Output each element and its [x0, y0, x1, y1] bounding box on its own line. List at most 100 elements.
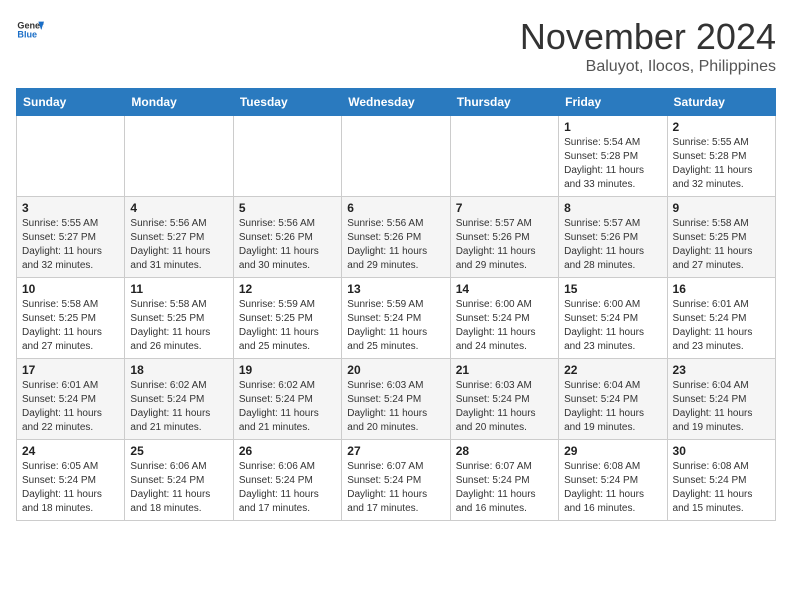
logo-icon: General Blue: [16, 16, 44, 44]
day-number: 22: [564, 363, 661, 377]
calendar-cell: [17, 116, 125, 197]
day-info: Sunrise: 6:06 AM Sunset: 5:24 PM Dayligh…: [239, 460, 336, 516]
calendar-cell: 3Sunrise: 5:55 AM Sunset: 5:27 PM Daylig…: [17, 197, 125, 278]
calendar-cell: 9Sunrise: 5:58 AM Sunset: 5:25 PM Daylig…: [667, 197, 775, 278]
day-info: Sunrise: 5:57 AM Sunset: 5:26 PM Dayligh…: [564, 217, 661, 273]
day-info: Sunrise: 5:54 AM Sunset: 5:28 PM Dayligh…: [564, 136, 661, 192]
day-info: Sunrise: 6:01 AM Sunset: 5:24 PM Dayligh…: [22, 379, 119, 435]
weekday-header: Monday: [125, 89, 233, 116]
day-info: Sunrise: 6:02 AM Sunset: 5:24 PM Dayligh…: [239, 379, 336, 435]
day-info: Sunrise: 6:00 AM Sunset: 5:24 PM Dayligh…: [564, 298, 661, 354]
day-number: 19: [239, 363, 336, 377]
calendar-cell: [450, 116, 558, 197]
calendar-cell: 22 Sunrise: 6:04 AM Sunset: 5:24 PM Dayli…: [559, 359, 667, 440]
calendar-cell: 17 Sunrise: 6:01 AM Sunset: 5:24 PM Dayli…: [17, 359, 125, 440]
day-number: 11: [130, 282, 227, 296]
day-info: Sunrise: 6:00 AM Sunset: 5:24 PM Dayligh…: [456, 298, 553, 354]
day-info: Sunrise: 5:58 AM Sunset: 5:25 PM Dayligh…: [22, 298, 119, 354]
day-info: Sunrise: 6:01 AM Sunset: 5:24 PM Dayligh…: [673, 298, 770, 354]
day-number: 3: [22, 201, 119, 215]
day-number: 13: [347, 282, 444, 296]
weekday-header: Tuesday: [233, 89, 341, 116]
day-number: 10: [22, 282, 119, 296]
day-info: Sunrise: 5:58 AM Sunset: 5:25 PM Dayligh…: [130, 298, 227, 354]
calendar-week-row: 1 Sunrise: 5:54 AM Sunset: 5:28 PM Daylig…: [17, 116, 776, 197]
day-number: 18: [130, 363, 227, 377]
day-number: 6: [347, 201, 444, 215]
calendar-cell: 5 Sunrise: 5:56 AM Sunset: 5:26 PM Daylig…: [233, 197, 341, 278]
weekday-header: Sunday: [17, 89, 125, 116]
calendar-table: SundayMondayTuesdayWednesdayThursdayFrid…: [16, 88, 776, 521]
calendar-cell: 14 Sunrise: 6:00 AM Sunset: 5:24 PM Dayli…: [450, 278, 558, 359]
calendar-cell: 21Sunrise: 6:03 AM Sunset: 5:24 PM Dayli…: [450, 359, 558, 440]
day-number: 21: [456, 363, 553, 377]
weekday-header: Thursday: [450, 89, 558, 116]
day-number: 23: [673, 363, 770, 377]
day-number: 12: [239, 282, 336, 296]
day-number: 4: [130, 201, 227, 215]
day-number: 29: [564, 444, 661, 458]
day-number: 16: [673, 282, 770, 296]
day-info: Sunrise: 6:08 AM Sunset: 5:24 PM Dayligh…: [673, 460, 770, 516]
calendar-cell: [342, 116, 450, 197]
calendar-cell: 10 Sunrise: 5:58 AM Sunset: 5:25 PM Dayli…: [17, 278, 125, 359]
day-number: 15: [564, 282, 661, 296]
day-info: Sunrise: 5:59 AM Sunset: 5:25 PM Dayligh…: [239, 298, 336, 354]
day-info: Sunrise: 6:05 AM Sunset: 5:24 PM Dayligh…: [22, 460, 119, 516]
calendar-cell: 6 Sunrise: 5:56 AM Sunset: 5:26 PM Daylig…: [342, 197, 450, 278]
calendar-cell: 16 Sunrise: 6:01 AM Sunset: 5:24 PM Dayli…: [667, 278, 775, 359]
day-info: Sunrise: 6:02 AM Sunset: 5:24 PM Dayligh…: [130, 379, 227, 435]
day-number: 14: [456, 282, 553, 296]
day-number: 7: [456, 201, 553, 215]
day-info: Sunrise: 5:56 AM Sunset: 5:27 PM Dayligh…: [130, 217, 227, 273]
day-info: Sunrise: 6:07 AM Sunset: 5:24 PM Dayligh…: [456, 460, 553, 516]
day-info: Sunrise: 6:07 AM Sunset: 5:24 PM Dayligh…: [347, 460, 444, 516]
calendar-cell: 23Sunrise: 6:04 AM Sunset: 5:24 PM Dayli…: [667, 359, 775, 440]
calendar-week-row: 17 Sunrise: 6:01 AM Sunset: 5:24 PM Dayli…: [17, 359, 776, 440]
day-number: 1: [564, 120, 661, 134]
weekday-header: Friday: [559, 89, 667, 116]
calendar-cell: 11 Sunrise: 5:58 AM Sunset: 5:25 PM Dayli…: [125, 278, 233, 359]
calendar-cell: 29Sunrise: 6:08 AM Sunset: 5:24 PM Dayli…: [559, 440, 667, 521]
calendar-cell: 2 Sunrise: 5:55 AM Sunset: 5:28 PM Daylig…: [667, 116, 775, 197]
calendar-cell: [125, 116, 233, 197]
calendar-week-row: 24 Sunrise: 6:05 AM Sunset: 5:24 PM Dayli…: [17, 440, 776, 521]
weekday-header: Saturday: [667, 89, 775, 116]
day-info: Sunrise: 5:59 AM Sunset: 5:24 PM Dayligh…: [347, 298, 444, 354]
calendar-cell: 24 Sunrise: 6:05 AM Sunset: 5:24 PM Dayli…: [17, 440, 125, 521]
calendar-cell: 25 Sunrise: 6:06 AM Sunset: 5:24 PM Dayli…: [125, 440, 233, 521]
calendar-cell: 8 Sunrise: 5:57 AM Sunset: 5:26 PM Daylig…: [559, 197, 667, 278]
day-number: 27: [347, 444, 444, 458]
day-info: Sunrise: 5:56 AM Sunset: 5:26 PM Dayligh…: [239, 217, 336, 273]
title-block: November 2024 Baluyot, Ilocos, Philippin…: [520, 16, 776, 76]
weekday-header-row: SundayMondayTuesdayWednesdayThursdayFrid…: [17, 89, 776, 116]
calendar-cell: 30Sunrise: 6:08 AM Sunset: 5:24 PM Dayli…: [667, 440, 775, 521]
day-number: 9: [673, 201, 770, 215]
calendar-cell: 15 Sunrise: 6:00 AM Sunset: 5:24 PM Dayli…: [559, 278, 667, 359]
calendar-cell: 12 Sunrise: 5:59 AM Sunset: 5:25 PM Dayli…: [233, 278, 341, 359]
logo: General Blue: [16, 16, 44, 44]
day-number: 28: [456, 444, 553, 458]
day-info: Sunrise: 6:06 AM Sunset: 5:24 PM Dayligh…: [130, 460, 227, 516]
calendar-cell: 13 Sunrise: 5:59 AM Sunset: 5:24 PM Dayli…: [342, 278, 450, 359]
day-number: 2: [673, 120, 770, 134]
day-number: 17: [22, 363, 119, 377]
weekday-header: Wednesday: [342, 89, 450, 116]
day-info: Sunrise: 6:03 AM Sunset: 5:24 PM Dayligh…: [347, 379, 444, 435]
day-number: 25: [130, 444, 227, 458]
day-info: Sunrise: 5:57 AM Sunset: 5:26 PM Dayligh…: [456, 217, 553, 273]
calendar-cell: 26Sunrise: 6:06 AM Sunset: 5:24 PM Dayli…: [233, 440, 341, 521]
day-info: Sunrise: 5:56 AM Sunset: 5:26 PM Dayligh…: [347, 217, 444, 273]
day-number: 5: [239, 201, 336, 215]
calendar-cell: 28 Sunrise: 6:07 AM Sunset: 5:24 PM Dayli…: [450, 440, 558, 521]
day-number: 24: [22, 444, 119, 458]
day-info: Sunrise: 5:55 AM Sunset: 5:28 PM Dayligh…: [673, 136, 770, 192]
calendar-cell: 27 Sunrise: 6:07 AM Sunset: 5:24 PM Dayli…: [342, 440, 450, 521]
location-title: Baluyot, Ilocos, Philippines: [520, 58, 776, 76]
svg-text:Blue: Blue: [17, 30, 37, 40]
calendar-cell: 18 Sunrise: 6:02 AM Sunset: 5:24 PM Dayli…: [125, 359, 233, 440]
day-info: Sunrise: 6:04 AM Sunset: 5:24 PM Dayligh…: [564, 379, 661, 435]
calendar-cell: 7 Sunrise: 5:57 AM Sunset: 5:26 PM Daylig…: [450, 197, 558, 278]
calendar-cell: 20Sunrise: 6:03 AM Sunset: 5:24 PM Dayli…: [342, 359, 450, 440]
day-number: 8: [564, 201, 661, 215]
